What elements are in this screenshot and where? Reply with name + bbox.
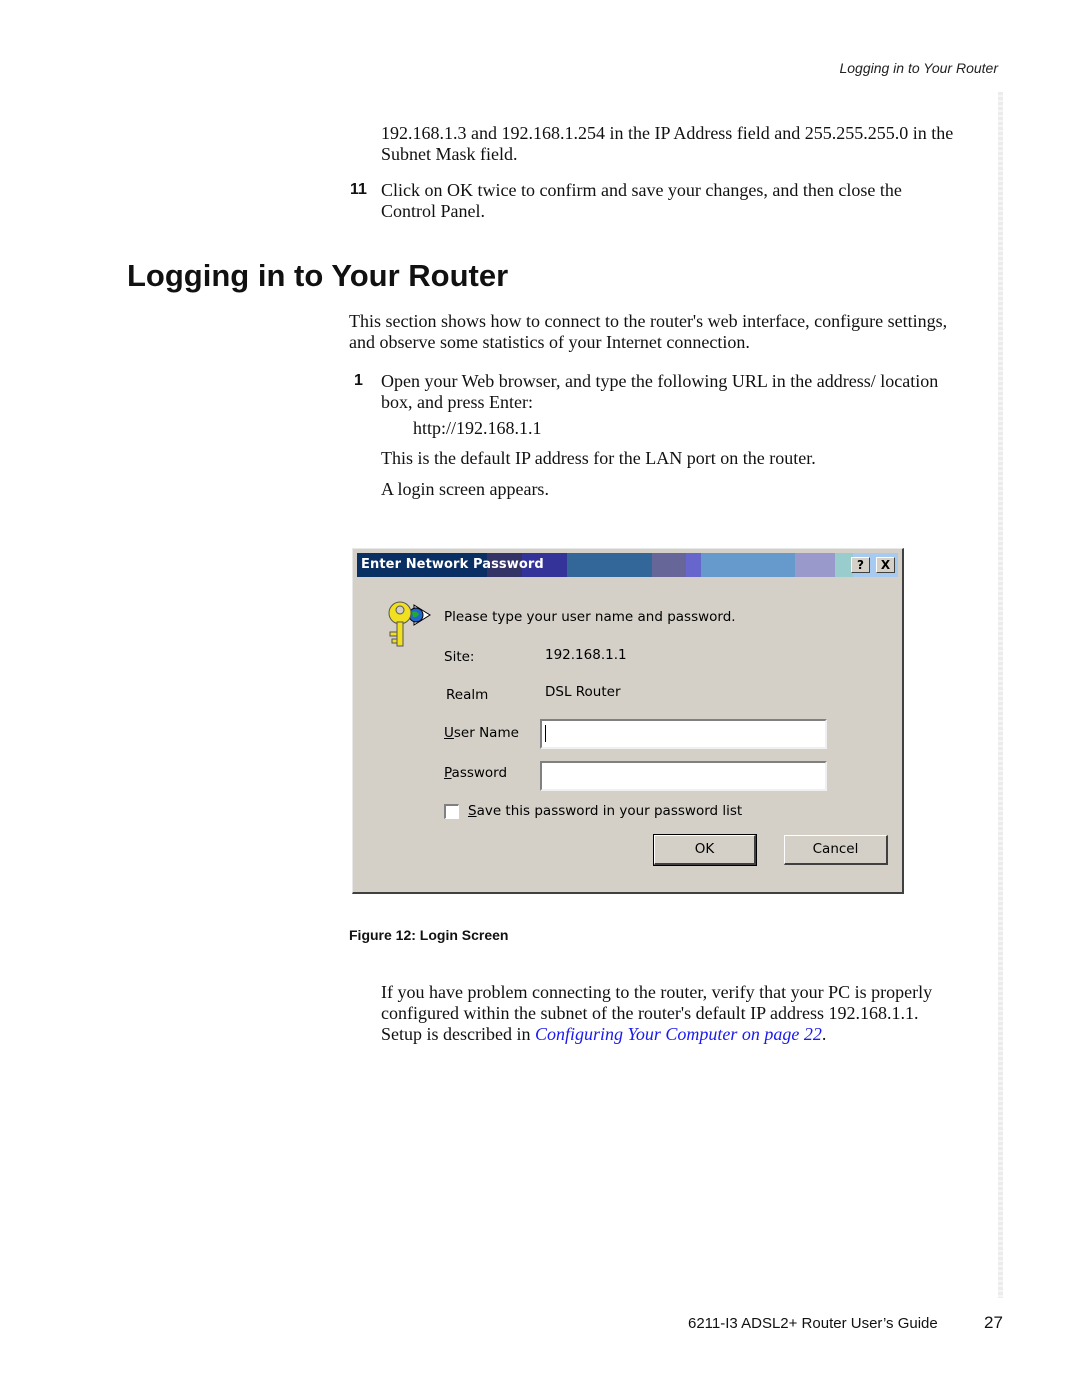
site-value: 192.168.1.1: [545, 647, 627, 663]
step-1-text: Open your Web browser, and type the foll…: [381, 371, 939, 412]
footer-guide-title: 6211-I3 ADSL2+ Router User’s Guide: [688, 1315, 938, 1332]
save-password-label[interactable]: Save this password in your password list: [468, 803, 742, 819]
save-password-checkbox[interactable]: [444, 804, 459, 819]
page-number: 27: [984, 1313, 1003, 1332]
key-globe-icon: [388, 601, 431, 647]
section-title: Logging in to Your Router: [127, 258, 509, 293]
close-button[interactable]: X: [876, 557, 895, 573]
dialog-title: Enter Network Password: [361, 557, 544, 572]
password-input[interactable]: [540, 761, 827, 791]
router-url: http://192.168.1.1: [413, 418, 542, 438]
realm-label: Realm: [446, 687, 489, 703]
dialog-prompt: Please type your user name and password.: [444, 609, 736, 625]
help-button[interactable]: ?: [851, 557, 870, 573]
realm-value: DSL Router: [545, 684, 621, 700]
configuring-computer-link[interactable]: Configuring Your Computer on page 22: [535, 1024, 822, 1044]
running-head: Logging in to Your Router: [839, 60, 998, 76]
continuation-paragraph: 192.168.1.3 and 192.168.1.254 in the IP …: [381, 123, 954, 164]
password-label: Password: [444, 765, 508, 781]
step-number-1: 1: [354, 372, 363, 389]
site-label: Site:: [444, 649, 475, 665]
figure-caption: Figure 12: Login Screen: [349, 927, 509, 943]
step-11-text: Click on OK twice to confirm and save yo…: [381, 180, 902, 221]
username-input[interactable]: [540, 719, 827, 749]
step-1-note-2: A login screen appears.: [381, 479, 549, 499]
text-caret: [545, 725, 546, 742]
cancel-button[interactable]: Cancel: [784, 835, 888, 865]
ok-button[interactable]: OK: [653, 834, 757, 866]
intro-paragraph: This section shows how to connect to the…: [349, 311, 948, 352]
login-dialog: Enter Network Password ? X Please type y…: [352, 548, 904, 894]
side-rule: [998, 92, 1003, 1298]
troubleshooting-paragraph: If you have problem connecting to the ro…: [381, 982, 933, 1044]
username-label: User Name: [444, 725, 519, 741]
step-number-11: 11: [350, 181, 367, 198]
step-1-note-1: This is the default IP address for the L…: [381, 448, 816, 468]
